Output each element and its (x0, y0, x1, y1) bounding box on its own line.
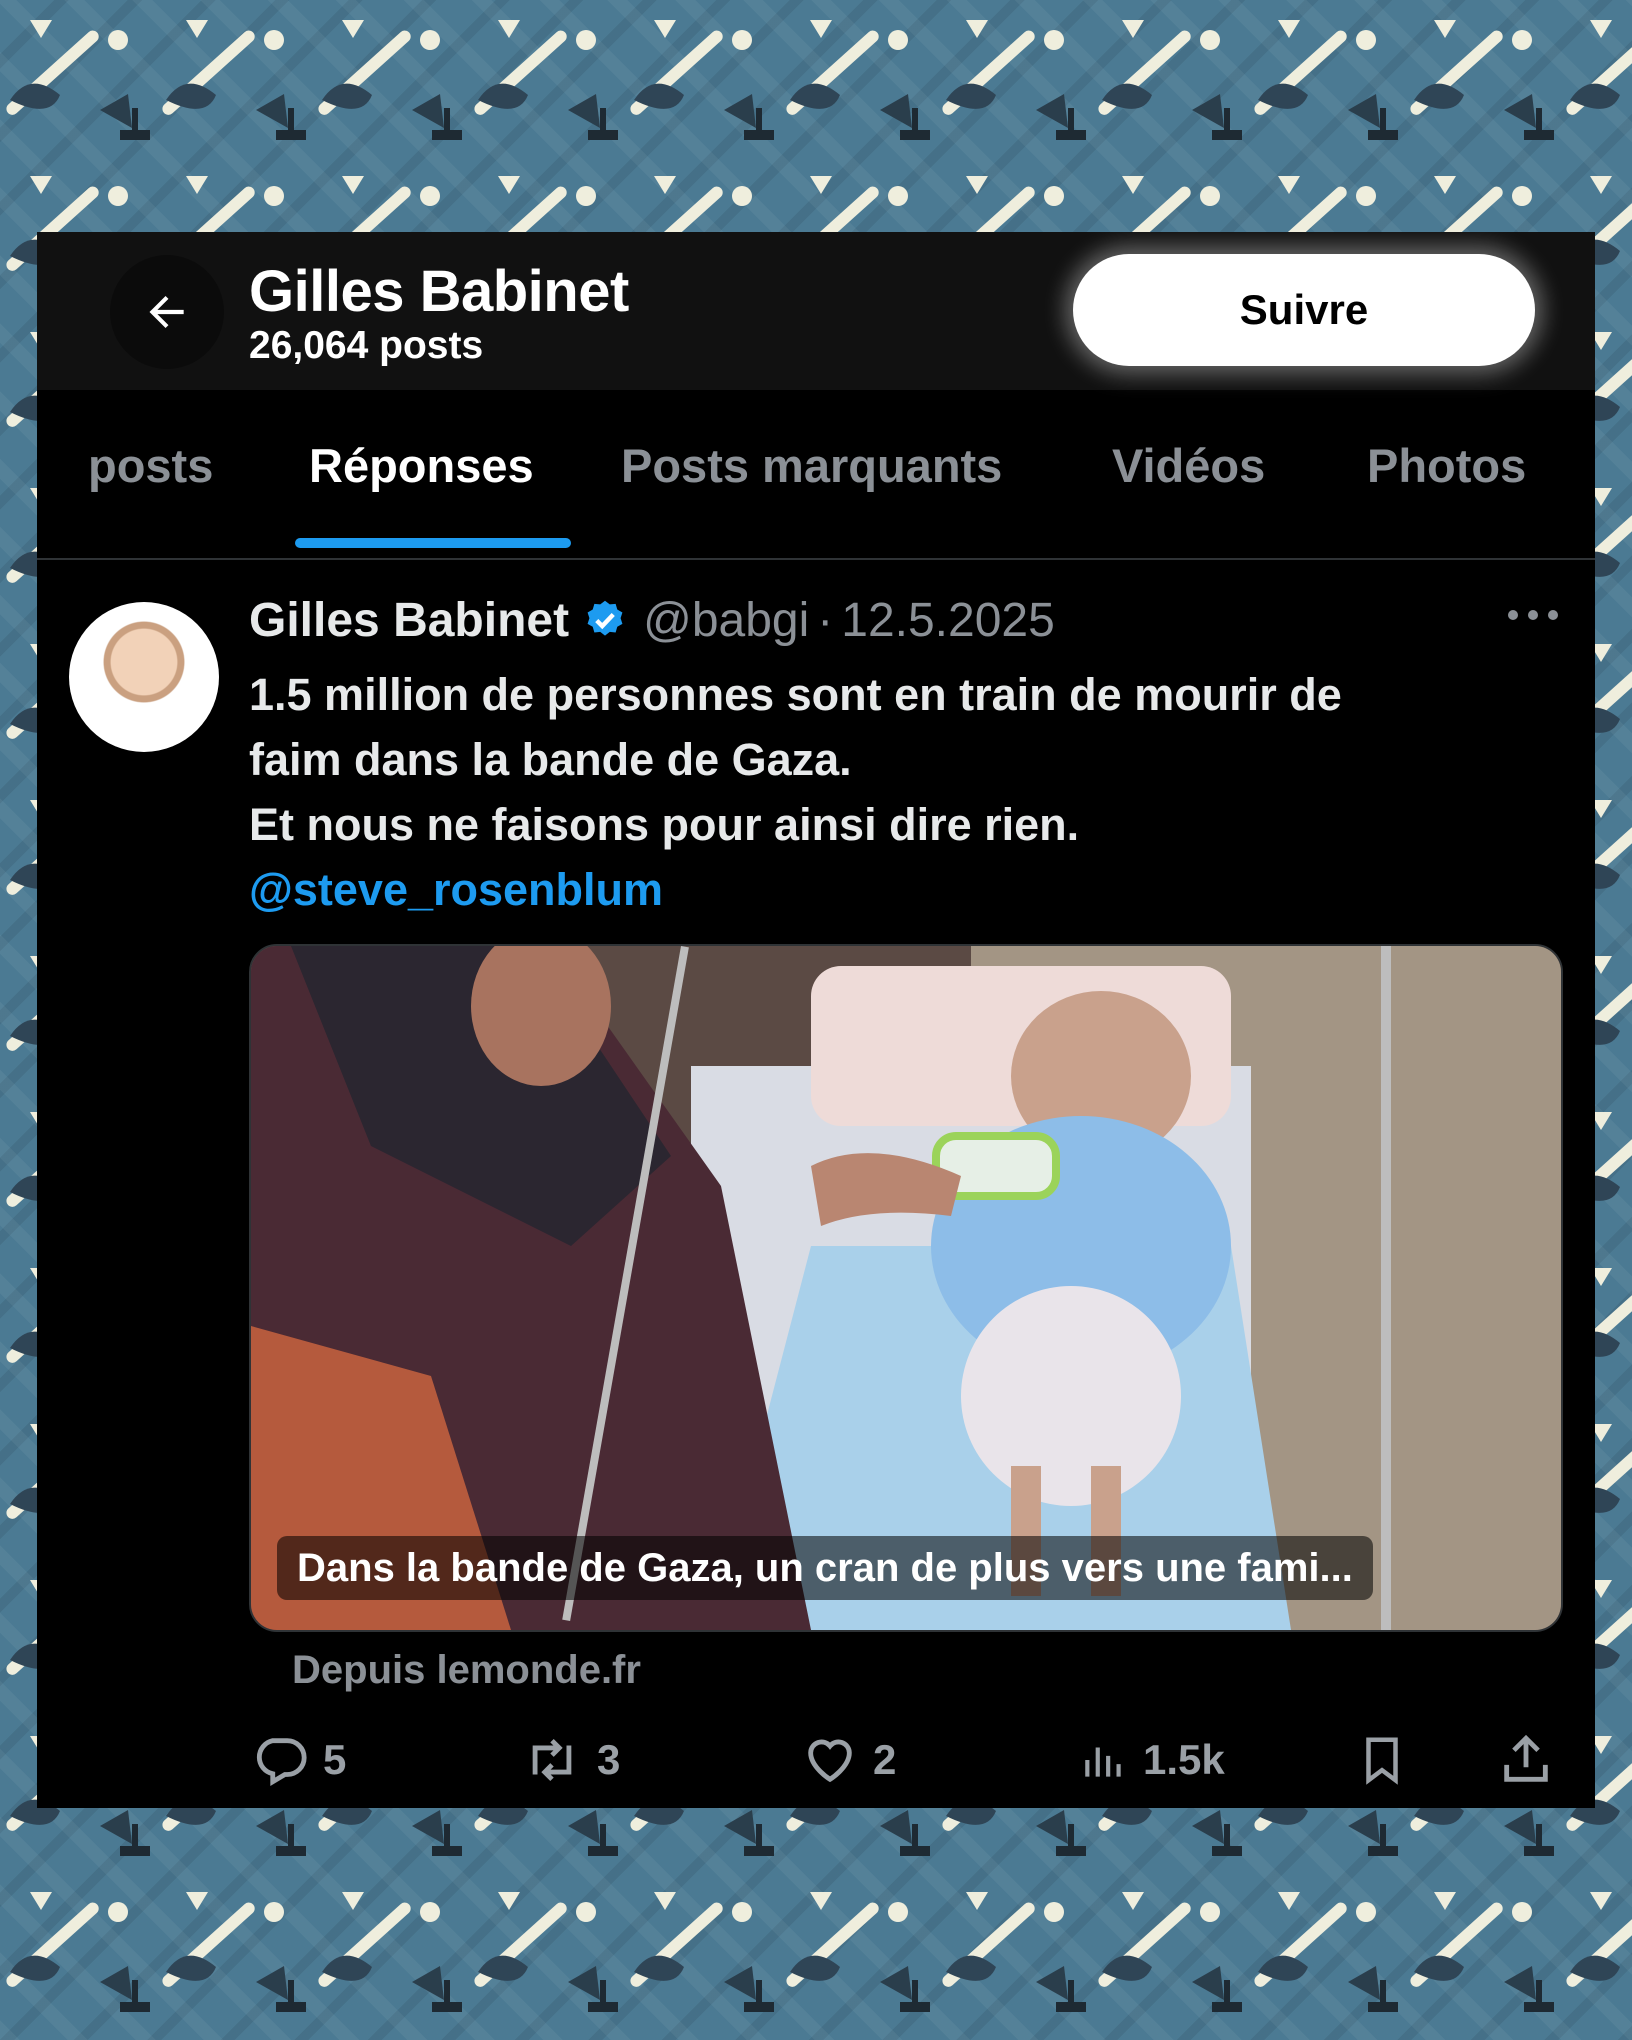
tweet-text-line: Et nous ne faisons pour ainsi dire rien. (249, 799, 1080, 850)
profile-header: Gilles Babinet 26,064 posts Suivre (37, 232, 1595, 390)
tweet-date[interactable]: 12.5.2025 (841, 593, 1055, 648)
author-handle[interactable]: @babgi (643, 593, 809, 648)
bookmark-icon (1366, 1737, 1398, 1785)
mention-link[interactable]: @steve_rosenblum (249, 857, 1549, 922)
tweet-text-line: 1.5 million de personnes sont en train d… (249, 669, 1342, 720)
like-button[interactable]: 2 (801, 1720, 896, 1800)
news-photo (251, 946, 1561, 1630)
link-card-source[interactable]: Depuis lemonde.fr (292, 1648, 641, 1693)
reply-button[interactable]: 5 (251, 1720, 346, 1800)
profile-name: Gilles Babinet (249, 259, 629, 324)
bookmark-button[interactable] (1355, 1720, 1409, 1800)
avatar[interactable] (69, 602, 219, 752)
views-button[interactable]: 1.5k (1079, 1720, 1225, 1800)
author-name[interactable]: Gilles Babinet (249, 593, 569, 648)
tab-photos[interactable]: Photos (1367, 438, 1526, 493)
tweet-header: Gilles Babinet @babgi · 12.5.2025 (249, 590, 1055, 650)
heart-icon (808, 1739, 852, 1783)
tab-posts[interactable]: posts (88, 438, 213, 493)
reply-icon (256, 1738, 307, 1787)
posts-count: 26,064 posts (249, 324, 484, 367)
link-card-title: Dans la bande de Gaza, un cran de plus v… (277, 1536, 1373, 1600)
repost-count: 3 (597, 1736, 621, 1783)
active-tab-indicator (295, 538, 571, 548)
tab-highlights[interactable]: Posts marquants (621, 438, 1002, 493)
repost-icon (532, 1738, 572, 1782)
views-icon (1085, 1747, 1121, 1777)
tab-videos[interactable]: Vidéos (1112, 438, 1265, 493)
tweet-card: Gilles Babinet 26,064 posts Suivre posts… (37, 232, 1595, 1808)
more-dots-icon[interactable] (1503, 600, 1563, 630)
share-button[interactable] (1497, 1720, 1555, 1800)
header-separator: · (817, 593, 834, 647)
tweet-text-line: faim dans la bande de Gaza. (249, 734, 852, 785)
views-count: 1.5k (1143, 1736, 1225, 1783)
like-count: 2 (873, 1736, 897, 1783)
profile-tabs: posts Réponses Posts marquants Vidéos Ph… (37, 390, 1595, 560)
tab-replies[interactable]: Réponses (309, 438, 534, 493)
verified-badge-icon (587, 600, 623, 636)
repost-button[interactable]: 3 (521, 1720, 620, 1800)
arrow-left-icon (149, 295, 184, 329)
back-button[interactable] (110, 255, 224, 369)
share-icon (1504, 1734, 1548, 1782)
follow-button[interactable]: Suivre (1073, 254, 1535, 366)
link-card-image[interactable]: Dans la bande de Gaza, un cran de plus v… (249, 944, 1563, 1632)
tweet-actions: 5 3 2 1.5k (37, 1720, 1595, 1800)
tweet-text: 1.5 million de personnes sont en train d… (249, 662, 1549, 922)
reply-count: 5 (323, 1736, 347, 1783)
